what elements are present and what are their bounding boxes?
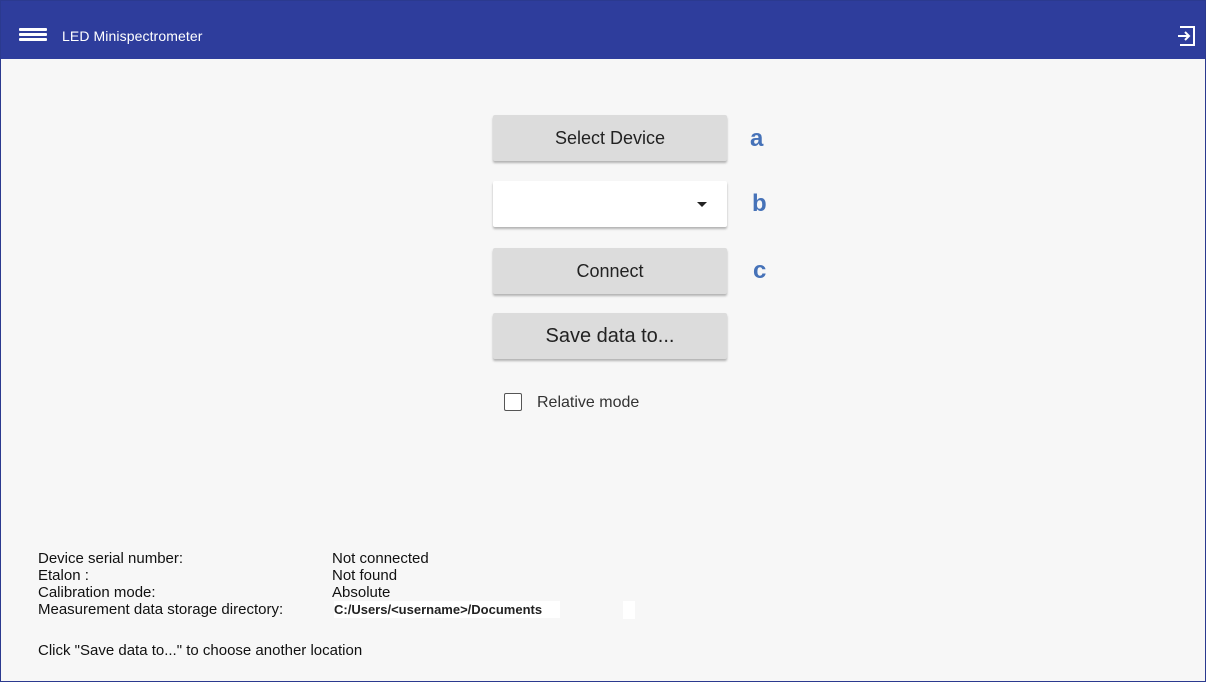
save-data-button[interactable]: Save data to...	[493, 313, 727, 359]
title-bar: LED Minispectrometer	[1, 1, 1205, 59]
annotation-c: c	[753, 257, 767, 284]
exit-icon[interactable]	[1177, 25, 1197, 47]
etalon-label: Etalon :	[38, 567, 89, 584]
calibration-value: Absolute	[332, 584, 391, 601]
device-dropdown[interactable]	[493, 181, 727, 227]
dropdown-arrow-icon	[697, 202, 707, 207]
etalon-value: Not found	[332, 567, 398, 584]
annotation-a: a	[750, 125, 764, 152]
hamburger-menu-icon[interactable]	[19, 28, 47, 42]
annotation-b: b	[752, 190, 767, 217]
storage-path-pad	[623, 601, 635, 619]
storage-hint: Click "Save data to..." to choose anothe…	[38, 642, 363, 659]
connect-button[interactable]: Connect	[493, 248, 727, 294]
select-device-button[interactable]: Select Device	[493, 115, 727, 161]
app-window: LED Minispectrometer Select Device a b C…	[0, 0, 1206, 682]
relative-mode-label: Relative mode	[537, 394, 640, 411]
relative-mode-checkbox[interactable]	[504, 393, 522, 411]
serial-label: Device serial number:	[38, 550, 184, 567]
storage-path-value: C:/Users/<username>/Documents	[334, 601, 561, 618]
serial-value: Not connected	[332, 550, 429, 567]
storage-label: Measurement data storage directory:	[38, 601, 284, 618]
app-title: LED Minispectrometer	[62, 28, 203, 44]
calibration-label: Calibration mode:	[38, 584, 156, 601]
